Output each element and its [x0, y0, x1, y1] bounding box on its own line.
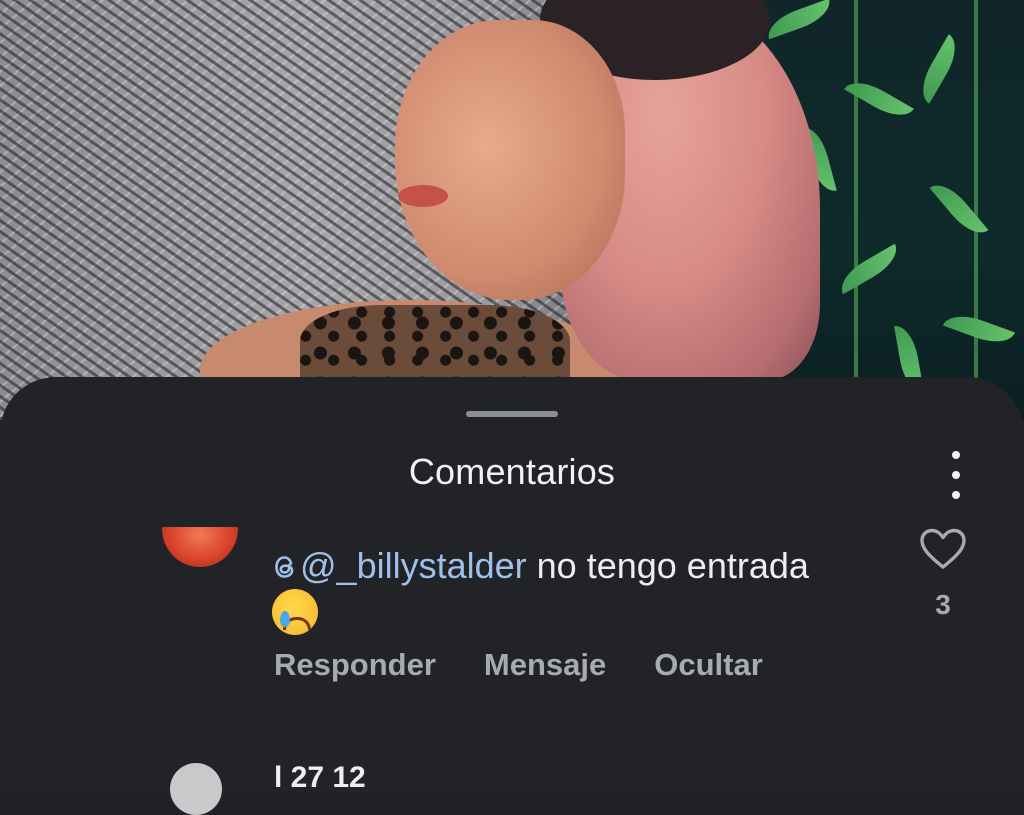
sheet-title: Comentarios [408, 451, 616, 492]
mention-link[interactable]: @_billystalder [272, 545, 527, 586]
more-vert-icon[interactable] [940, 451, 972, 499]
drag-handle[interactable] [466, 411, 558, 417]
next-comment-text: l 27 12 [274, 761, 366, 794]
like-count: 3 [935, 589, 951, 620]
comment-body: @_billystalder no tengo entrada [272, 543, 882, 638]
threads-icon [275, 556, 294, 578]
next-comment: l 27 12 [170, 761, 570, 815]
comment-username: @_billystalder [300, 545, 527, 586]
avatar[interactable] [162, 527, 238, 567]
reply-button[interactable]: Responder [274, 647, 436, 683]
hide-button[interactable]: Ocultar [654, 647, 763, 683]
comments-sheet: Comentarios @_billystalder no tengo entr… [0, 377, 1024, 815]
heart-outline-icon[interactable] [918, 527, 968, 571]
crying-face-emoji [272, 589, 318, 635]
post-photo [0, 0, 1024, 420]
comment-text: no tengo entrada [536, 545, 809, 586]
comment-actions: Responder Mensaje Ocultar [274, 647, 763, 683]
face [395, 20, 625, 300]
message-button[interactable]: Mensaje [484, 647, 606, 683]
